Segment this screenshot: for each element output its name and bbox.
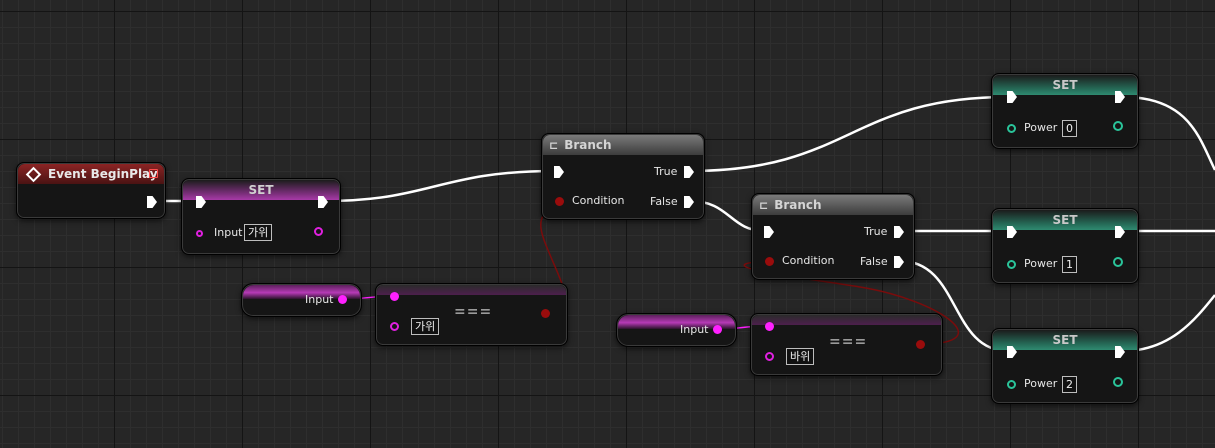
power-label: Power: [1024, 377, 1058, 390]
power-label: Power: [1024, 121, 1058, 134]
false-exec-pin[interactable]: [894, 256, 904, 268]
equal-a-pin-icon[interactable]: [390, 292, 399, 301]
equal-header: [752, 315, 941, 325]
condition-label: Condition: [572, 194, 625, 207]
equal-b-value-field[interactable]: 바위: [786, 348, 815, 365]
equal-symbol: ===: [454, 304, 493, 320]
equal-node[interactable]: 바위 ===: [750, 313, 943, 376]
power-pin-icon[interactable]: [1007, 124, 1016, 133]
equal-result-pin-icon[interactable]: [541, 309, 550, 318]
branch-title: Branch: [774, 198, 822, 212]
power-output-pin-icon[interactable]: [1113, 377, 1123, 387]
input-label: Input: [214, 226, 243, 239]
branch-icon: ⊏: [549, 138, 559, 152]
exec-wire: [324, 169, 556, 203]
get-input-node[interactable]: Input: [241, 283, 362, 317]
exec-out-pin[interactable]: [147, 196, 157, 208]
stop-square-icon: [149, 169, 158, 178]
event-title: Event BeginPlay: [48, 167, 158, 181]
branch-header: ⊏ Branch: [753, 195, 913, 215]
set-power-node[interactable]: SET Power 0: [991, 73, 1139, 149]
branch-node[interactable]: ⊏ Branch True Condition False: [751, 193, 915, 280]
branch-node[interactable]: ⊏ Branch True Condition False: [541, 133, 705, 220]
set-power-node[interactable]: SET Power 2: [991, 328, 1139, 404]
set-power-node[interactable]: SET Power 1: [991, 208, 1139, 284]
set-header: SET: [183, 180, 339, 200]
power-label: Power: [1024, 257, 1058, 270]
equal-result-pin-icon[interactable]: [916, 340, 925, 349]
true-exec-pin[interactable]: [894, 226, 904, 238]
equal-node[interactable]: 가위 ===: [375, 283, 568, 346]
event-beginplay-node[interactable]: Event BeginPlay: [16, 162, 166, 219]
equal-header: [377, 285, 566, 295]
false-label: False: [860, 255, 888, 268]
output-pin-icon[interactable]: [314, 227, 323, 236]
input-pin-icon[interactable]: [196, 230, 203, 237]
event-header: Event BeginPlay: [18, 164, 164, 184]
power-output-pin-icon[interactable]: [1113, 257, 1123, 267]
event-diamond-icon: [25, 166, 42, 182]
exec-wire: [689, 95, 1009, 173]
power-value-field[interactable]: 1: [1062, 256, 1077, 273]
get-input-label: Input: [305, 293, 334, 306]
false-exec-pin[interactable]: [684, 196, 694, 208]
equal-b-pin-icon[interactable]: [765, 352, 774, 361]
power-value-field[interactable]: 2: [1062, 376, 1077, 393]
branch-title: Branch: [564, 138, 612, 152]
true-exec-pin[interactable]: [684, 166, 694, 178]
input-value-field[interactable]: 가위: [244, 224, 273, 241]
true-label: True: [654, 165, 678, 178]
condition-label: Condition: [782, 254, 835, 267]
true-label: True: [864, 225, 888, 238]
equal-b-value-field[interactable]: 가위: [411, 318, 440, 335]
exec-in-pin[interactable]: [554, 166, 564, 178]
set-title: SET: [1052, 78, 1078, 92]
get-input-node[interactable]: Input: [616, 313, 737, 347]
get-output-pin-icon[interactable]: [713, 325, 722, 334]
get-output-pin-icon[interactable]: [338, 295, 347, 304]
set-title: SET: [1052, 333, 1078, 347]
exec-in-pin[interactable]: [764, 226, 774, 238]
set-title: SET: [248, 183, 274, 197]
equal-a-pin-icon[interactable]: [765, 322, 774, 331]
condition-pin-icon[interactable]: [555, 197, 564, 206]
equal-b-pin-icon[interactable]: [390, 322, 399, 331]
set-title: SET: [1052, 213, 1078, 227]
power-value-field[interactable]: 0: [1062, 120, 1077, 137]
power-pin-icon[interactable]: [1007, 260, 1016, 269]
power-output-pin-icon[interactable]: [1113, 121, 1123, 131]
branch-header: ⊏ Branch: [543, 135, 703, 155]
condition-pin-icon[interactable]: [765, 257, 774, 266]
get-input-label: Input: [680, 323, 709, 336]
branch-icon: ⊏: [759, 198, 769, 212]
power-pin-icon[interactable]: [1007, 380, 1016, 389]
false-label: False: [650, 195, 678, 208]
set-input-node[interactable]: SET Input 가위: [181, 178, 341, 255]
equal-symbol: ===: [829, 334, 868, 350]
